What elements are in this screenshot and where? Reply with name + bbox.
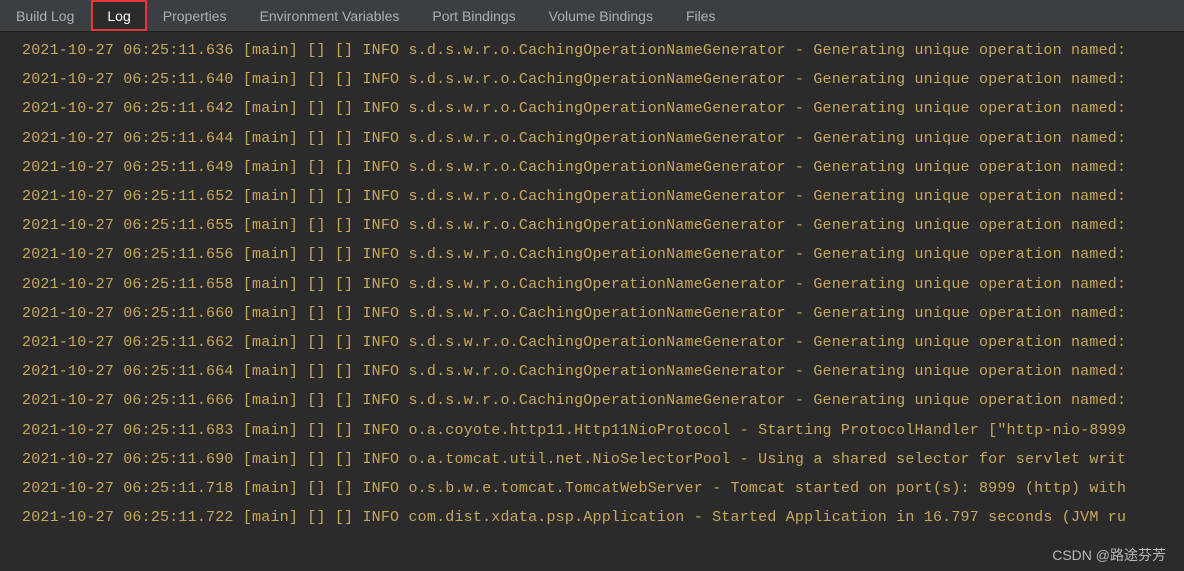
log-line: 2021-10-27 06:25:11.656 [main] [] [] INF… [0, 240, 1184, 269]
tab-log[interactable]: Log [91, 0, 146, 31]
log-line: 2021-10-27 06:25:11.652 [main] [] [] INF… [0, 182, 1184, 211]
log-line: 2021-10-27 06:25:11.722 [main] [] [] INF… [0, 503, 1184, 532]
log-line: 2021-10-27 06:25:11.658 [main] [] [] INF… [0, 270, 1184, 299]
log-line: 2021-10-27 06:25:11.683 [main] [] [] INF… [0, 416, 1184, 445]
log-line: 2021-10-27 06:25:11.660 [main] [] [] INF… [0, 299, 1184, 328]
tab-port-bindings[interactable]: Port Bindings [416, 0, 532, 31]
log-line: 2021-10-27 06:25:11.640 [main] [] [] INF… [0, 65, 1184, 94]
tab-build-log[interactable]: Build Log [0, 0, 91, 31]
tab-volume-bindings[interactable]: Volume Bindings [533, 0, 670, 31]
log-line: 2021-10-27 06:25:11.649 [main] [] [] INF… [0, 153, 1184, 182]
log-line: 2021-10-27 06:25:11.690 [main] [] [] INF… [0, 445, 1184, 474]
tab-bar: Build Log Log Properties Environment Var… [0, 0, 1184, 32]
log-line: 2021-10-27 06:25:11.642 [main] [] [] INF… [0, 94, 1184, 123]
log-line: 2021-10-27 06:25:11.666 [main] [] [] INF… [0, 386, 1184, 415]
log-line: 2021-10-27 06:25:11.718 [main] [] [] INF… [0, 474, 1184, 503]
watermark: CSDN @路途芬芳 [1052, 545, 1166, 565]
log-line: 2021-10-27 06:25:11.636 [main] [] [] INF… [0, 36, 1184, 65]
tab-files[interactable]: Files [670, 0, 733, 31]
log-output[interactable]: 2021-10-27 06:25:11.636 [main] [] [] INF… [0, 32, 1184, 532]
tab-environment-variables[interactable]: Environment Variables [244, 0, 417, 31]
log-line: 2021-10-27 06:25:11.644 [main] [] [] INF… [0, 124, 1184, 153]
tab-properties[interactable]: Properties [147, 0, 244, 31]
log-line: 2021-10-27 06:25:11.662 [main] [] [] INF… [0, 328, 1184, 357]
log-line: 2021-10-27 06:25:11.655 [main] [] [] INF… [0, 211, 1184, 240]
log-line: 2021-10-27 06:25:11.664 [main] [] [] INF… [0, 357, 1184, 386]
